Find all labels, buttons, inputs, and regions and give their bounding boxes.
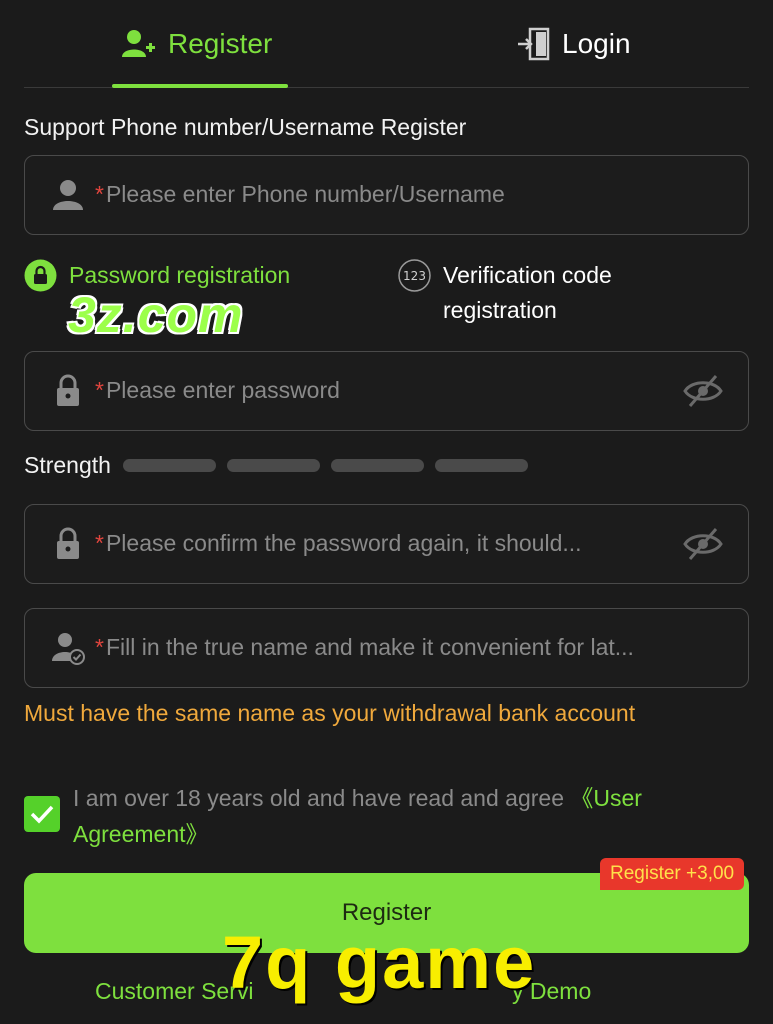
tab-register-label: Register	[168, 28, 273, 59]
hide-password-icon[interactable]	[682, 525, 724, 563]
username-field[interactable]: *Please enter Phone number/Username	[24, 155, 749, 235]
password-field[interactable]: *Please enter password	[24, 351, 749, 431]
strength-bar	[330, 459, 424, 472]
active-tab-indicator	[112, 84, 288, 88]
add-user-icon	[122, 30, 155, 57]
agreement-checkbox[interactable]	[24, 796, 60, 832]
number-code-icon: 123	[398, 259, 431, 292]
check-icon	[30, 805, 54, 824]
user-verified-icon	[52, 633, 85, 665]
lock-badge-icon	[24, 259, 57, 292]
strength-bar	[226, 459, 320, 472]
strength-bar	[122, 459, 216, 472]
register-bonus-badge: Register +3,00	[600, 858, 745, 890]
agreement-text: I am over 18 years old and have read and…	[73, 785, 642, 847]
password-placeholder: *Please enter password	[95, 377, 340, 403]
strength-bar	[434, 459, 528, 472]
tab-login[interactable]: Login	[516, 22, 631, 66]
real-name-placeholder: *Fill in the true name and make it conve…	[95, 634, 634, 660]
name-hint: Must have the same name as your withdraw…	[24, 700, 636, 726]
login-door-icon	[518, 27, 550, 61]
auth-tabs: Register Login	[24, 0, 749, 88]
tab-register[interactable]: Register	[122, 22, 272, 66]
hide-password-icon[interactable]	[682, 372, 724, 410]
strength-meter	[122, 459, 539, 472]
game-watermark: 7q game	[222, 921, 537, 1004]
confirm-password-placeholder: *Please confirm the password again, it s…	[95, 530, 582, 556]
username-placeholder: *Please enter Phone number/Username	[95, 181, 505, 207]
lock-icon	[57, 374, 79, 406]
strength-label: Strength	[24, 452, 111, 478]
lock-icon	[57, 527, 79, 559]
confirm-password-field[interactable]: *Please confirm the password again, it s…	[24, 504, 749, 584]
verification-code-registration-option[interactable]: 123 Verification code registration	[398, 258, 698, 328]
password-strength: Strength	[24, 452, 539, 479]
user-icon	[53, 180, 83, 210]
site-watermark: 3z.com	[68, 287, 244, 343]
section-label: Support Phone number/Username Register	[24, 114, 467, 140]
tab-login-label: Login	[562, 28, 631, 59]
number-code-icon-text: 123	[403, 269, 426, 283]
real-name-field[interactable]: *Fill in the true name and make it conve…	[24, 608, 749, 688]
verification-code-label: Verification code registration	[443, 262, 612, 323]
